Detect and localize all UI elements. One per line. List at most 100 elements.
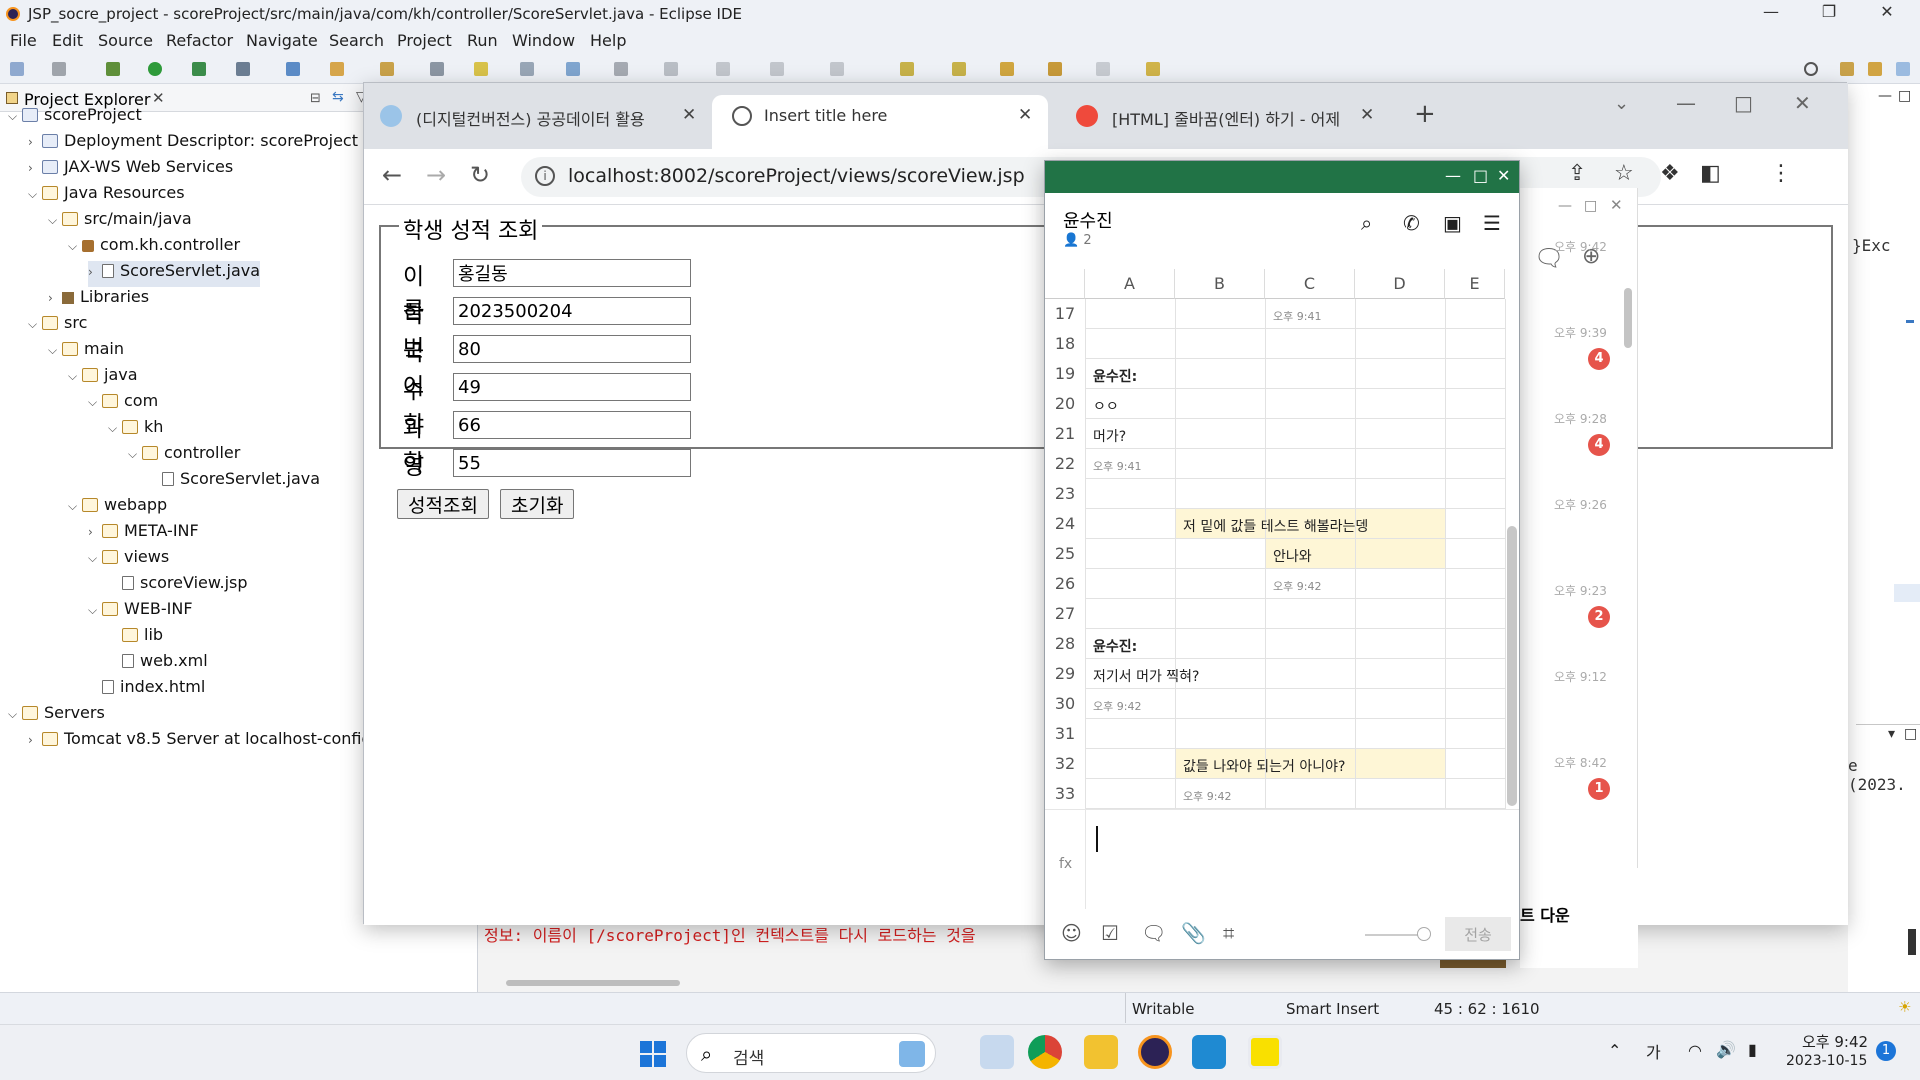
highlight-icon[interactable] (474, 62, 488, 76)
open-folder-icon[interactable] (380, 62, 394, 76)
back-icon[interactable] (1048, 62, 1062, 76)
emoji-icon[interactable]: ☺ (1061, 921, 1082, 945)
notification-badge[interactable]: 1 (1876, 1041, 1896, 1061)
math-score-input[interactable] (453, 373, 691, 401)
run-external-icon[interactable] (192, 62, 206, 76)
coverage-icon[interactable] (236, 62, 250, 76)
search-icon[interactable] (1804, 62, 1818, 76)
browser-tab-insert-title[interactable]: Insert title here ✕ (712, 95, 1048, 149)
browser-tab-public-data[interactable]: (디지털컨버전스) 공공데이터 활용 ✕ (364, 95, 704, 135)
reset-button[interactable]: 초기화 (500, 489, 575, 519)
menu-source[interactable]: Source (98, 31, 153, 50)
perspective-icon[interactable] (1840, 62, 1854, 76)
save-icon[interactable] (52, 62, 66, 76)
chevron-down-icon[interactable]: ⌵ (8, 109, 22, 124)
console-maximize-icon[interactable]: □ (1904, 726, 1917, 742)
console-view-menu-icon[interactable]: ▾ (1888, 726, 1895, 742)
row-header[interactable]: 27 (1045, 599, 1085, 629)
chevron-right-icon[interactable]: › (28, 733, 42, 747)
taskbar-search[interactable]: ⌕ 검색 (686, 1033, 936, 1073)
vscode-icon[interactable] (1192, 1035, 1226, 1069)
tree-item[interactable]: scoreView.jsp (108, 573, 248, 599)
tree-item[interactable]: ⌵ controller (128, 443, 240, 469)
tree-item[interactable]: ⌵ scoreProject (8, 105, 142, 131)
back-icon[interactable]: ← (382, 161, 402, 189)
maximize-view-icon[interactable]: □ (1898, 88, 1911, 104)
minimize-icon[interactable]: — (1748, 2, 1794, 26)
chrome-icon[interactable] (1028, 1035, 1062, 1069)
tree-item[interactable]: web.xml (108, 651, 208, 677)
chat-scrollbar[interactable] (1507, 526, 1517, 806)
student-id-input[interactable] (453, 297, 691, 325)
menu-navigate[interactable]: Navigate (246, 31, 318, 50)
attach-icon[interactable]: 📎 (1181, 921, 1206, 945)
submit-scores-button[interactable]: 성적조회 (397, 489, 489, 519)
tree-item[interactable]: ⌵ Servers (8, 703, 105, 729)
close-icon[interactable]: ✕ (1864, 2, 1910, 26)
javaee-perspective-icon[interactable] (1868, 62, 1882, 76)
column-header[interactable]: E (1445, 269, 1505, 299)
tree-item[interactable]: ⌵ WEB-INF (88, 599, 193, 625)
hamburger-menu-icon[interactable]: ☰ (1483, 211, 1501, 235)
suspend-icon[interactable] (770, 62, 784, 76)
speech-bubble-icon[interactable]: 🗨 (1141, 921, 1166, 945)
column-header[interactable]: B (1175, 269, 1265, 299)
search-tool-icon[interactable] (430, 62, 444, 76)
new-server-icon[interactable] (286, 62, 300, 76)
menu-refactor[interactable]: Refactor (166, 31, 233, 50)
ime-indicator[interactable]: 가 (1646, 1039, 1661, 1063)
science-score-input[interactable] (453, 411, 691, 439)
chevron-down-icon[interactable]: ⌵ (48, 343, 62, 358)
eclipse-icon[interactable] (1138, 1035, 1172, 1069)
new-tab-icon[interactable]: + (1414, 99, 1436, 129)
debug-icon[interactable] (106, 62, 120, 76)
chevron-right-icon[interactable]: › (28, 135, 42, 149)
file-explorer-cloud-icon[interactable] (980, 1035, 1014, 1069)
address-url[interactable]: localhost:8002/scoreProject/views/scoreV… (568, 165, 1025, 187)
clock-date[interactable]: 2023-10-15 (1786, 1053, 1867, 1069)
site-info-icon[interactable]: i (535, 166, 555, 186)
chevron-right-icon[interactable]: › (88, 265, 102, 279)
calendar-icon[interactable]: ☑ (1101, 921, 1119, 945)
row-header[interactable]: 28 (1045, 629, 1085, 659)
chevron-down-icon[interactable]: ⌵ (48, 213, 62, 228)
chat-list-scrollbar[interactable] (1624, 288, 1632, 348)
tab-search-icon[interactable]: ⌄ (1614, 93, 1629, 114)
browser-tab-html-linebreak[interactable]: [HTML] 줄바꿈(엔터) 하기 - 어제 ✕ (1060, 95, 1380, 135)
minimize-view-icon[interactable]: — (1878, 88, 1892, 104)
tree-item[interactable]: ⌵ Java Resources (28, 183, 185, 209)
minimize-icon[interactable]: — (1676, 91, 1696, 115)
chat-room-name[interactable]: 윤수진 (1063, 207, 1113, 233)
folder-icon[interactable] (1084, 1035, 1118, 1069)
chevron-down-icon[interactable]: ⌵ (28, 317, 42, 332)
restore-icon[interactable]: ❐ (1806, 2, 1852, 26)
close-icon[interactable]: ✕ (1497, 166, 1510, 185)
chat-list-time[interactable]: 오후 9:42 (1554, 238, 1607, 255)
row-header[interactable]: 17 (1045, 299, 1085, 329)
minimize-icon[interactable]: — (1558, 198, 1572, 214)
chevron-right-icon[interactable]: › (28, 161, 42, 175)
run-icon[interactable] (148, 62, 162, 76)
member-count[interactable]: 👤 2 (1063, 233, 1092, 248)
row-header[interactable]: 33 (1045, 779, 1085, 809)
name-input[interactable] (453, 259, 691, 287)
tree-item[interactable]: ⌵ java (68, 365, 138, 391)
chevron-down-icon[interactable]: ⌵ (68, 239, 82, 254)
close-icon[interactable]: ✕ (1794, 91, 1811, 115)
chat-list-time[interactable]: 오후 9:39 (1554, 324, 1607, 341)
tree-item[interactable]: ScoreServlet.java (148, 469, 320, 495)
tree-item[interactable]: ⌵ webapp (68, 495, 167, 521)
chat-list-time[interactable]: 오후 9:26 (1554, 496, 1607, 513)
tree-item[interactable]: › Libraries (48, 287, 149, 313)
menu-window[interactable]: Window (512, 31, 575, 50)
chat-input-area[interactable]: fx (1045, 809, 1519, 910)
lightbulb-icon[interactable]: ☀ (1898, 998, 1911, 1016)
row-header[interactable]: 22 (1045, 449, 1085, 479)
menu-edit[interactable]: Edit (52, 31, 83, 50)
pin-icon[interactable] (1146, 62, 1160, 76)
row-header[interactable]: 23 (1045, 479, 1085, 509)
korean-score-input[interactable] (453, 335, 691, 363)
tree-item[interactable]: index.html (88, 677, 205, 703)
row-header[interactable]: 25 (1045, 539, 1085, 569)
next-annotation-icon[interactable] (952, 62, 966, 76)
